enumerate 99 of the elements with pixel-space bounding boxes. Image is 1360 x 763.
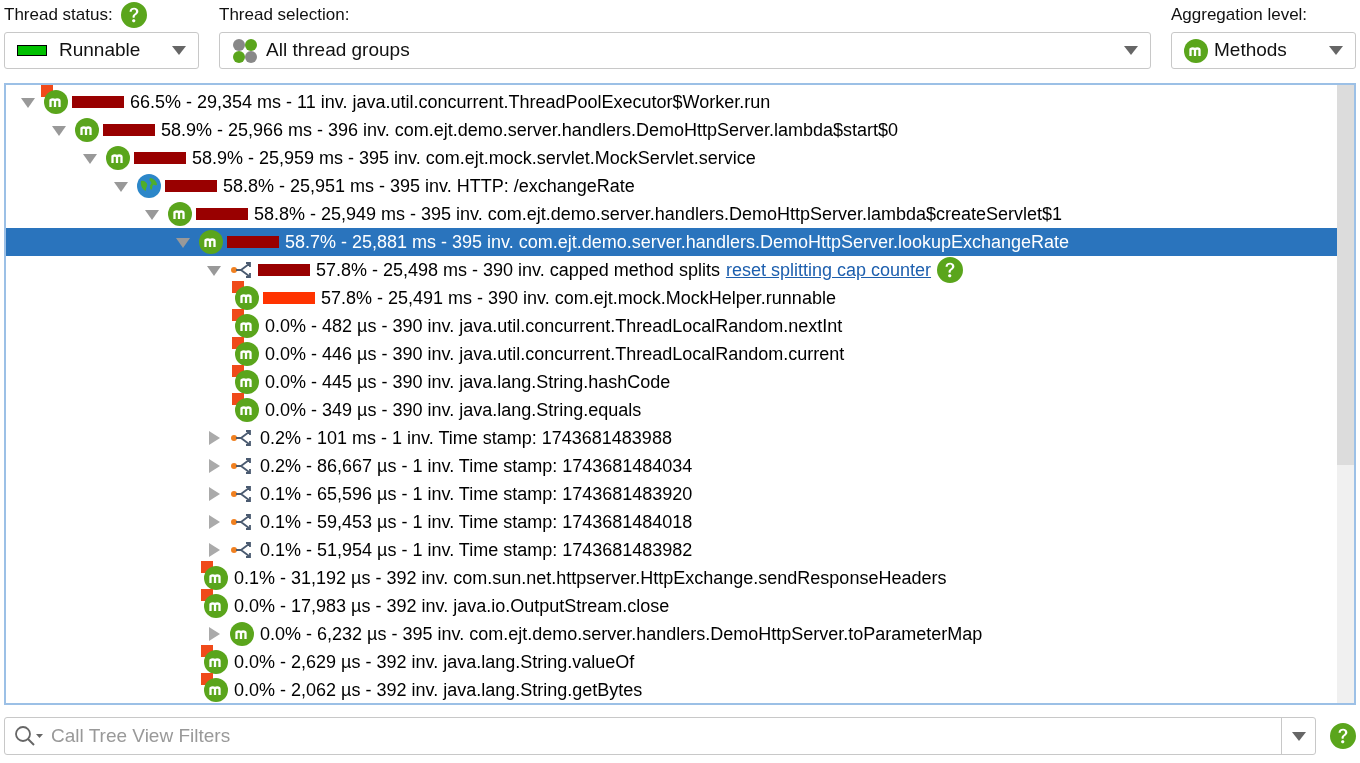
thread-groups-icon bbox=[232, 37, 258, 64]
filter-field[interactable]: Call Tree View Filters bbox=[4, 717, 1316, 755]
split-icon bbox=[230, 260, 254, 280]
collapse-toggle-icon[interactable] bbox=[145, 207, 159, 221]
tree-row[interactable]: 0.0% - 2,629 µs - 392 inv. java.lang.String.valueOf bbox=[6, 648, 1337, 676]
help-icon[interactable] bbox=[1330, 723, 1356, 749]
method-icon bbox=[235, 342, 259, 366]
expand-toggle-icon[interactable] bbox=[207, 515, 221, 529]
node-label: 0.0% - 2,062 µs - 392 inv. java.lang.String.getBytes bbox=[234, 678, 643, 702]
method-icon bbox=[168, 202, 192, 226]
collapse-toggle-icon[interactable] bbox=[114, 179, 128, 193]
node-label: 0.2% - 86,667 µs - 1 inv. Time stamp: 1743681484034 bbox=[260, 454, 693, 478]
globe-icon bbox=[137, 174, 161, 198]
method-icon bbox=[106, 146, 130, 170]
node-label: 0.0% - 446 µs - 390 inv. java.util.concurrent.ThreadLocalRandom.current bbox=[265, 342, 845, 366]
collapse-toggle-icon[interactable] bbox=[83, 151, 97, 165]
node-label: 0.0% - 17,983 µs - 392 inv. java.io.OutputStream.close bbox=[234, 594, 670, 618]
aggregation-dropdown[interactable]: Methods bbox=[1171, 32, 1356, 69]
node-label: 66.5% - 29,354 ms - 11 inv. java.util.concurrent.ThreadPoolExecutor$Worker.run bbox=[130, 90, 771, 114]
tree-row[interactable]: 58.8% - 25,951 ms - 395 inv. HTTP: /exchangeRate bbox=[6, 172, 1337, 200]
caret-icon bbox=[172, 46, 186, 55]
tree-row[interactable]: 0.0% - 2,062 µs - 392 inv. java.lang.String.getBytes bbox=[6, 676, 1337, 703]
scrollbar-thumb[interactable] bbox=[1337, 85, 1354, 465]
node-label: 0.2% - 101 ms - 1 inv. Time stamp: 1743681483988 bbox=[260, 426, 672, 450]
method-icon bbox=[235, 314, 259, 338]
expand-toggle-icon[interactable] bbox=[207, 431, 221, 445]
node-label: 58.7% - 25,881 ms - 395 inv. com.ejt.demo.server.handlers.DemoHttpServer.lookupExchangeRate bbox=[285, 230, 1070, 254]
node-label: 0.1% - 65,596 µs - 1 inv. Time stamp: 1743681483920 bbox=[260, 482, 693, 506]
tree-row[interactable]: 57.8% - 25,498 ms - 390 inv. capped method splits reset splitting cap counter bbox=[6, 256, 1337, 284]
tree-row[interactable]: 0.1% - 51,954 µs - 1 inv. Time stamp: 1743681483982 bbox=[6, 536, 1337, 564]
node-label: 58.8% - 25,951 ms - 395 inv. HTTP: /exchangeRate bbox=[223, 174, 635, 198]
field-label: Thread selection: bbox=[219, 4, 350, 27]
field-label: Thread status: bbox=[4, 4, 113, 27]
node-label: 0.0% - 349 µs - 390 inv. java.lang.String.equals bbox=[265, 398, 642, 422]
help-icon[interactable] bbox=[937, 257, 964, 283]
tree-row[interactable]: 0.0% - 17,983 µs - 392 inv. java.io.OutputStream.close bbox=[6, 592, 1337, 620]
method-icon bbox=[204, 594, 228, 618]
node-label: 0.0% - 2,629 µs - 392 inv. java.lang.String.valueOf bbox=[234, 650, 635, 674]
node-label: 0.1% - 51,954 µs - 1 inv. Time stamp: 1743681483982 bbox=[260, 538, 693, 562]
expand-toggle-icon[interactable] bbox=[207, 543, 221, 557]
method-icon bbox=[75, 118, 99, 142]
search-icon bbox=[14, 725, 44, 747]
node-label: 0.1% - 59,453 µs - 1 inv. Time stamp: 1743681484018 bbox=[260, 510, 693, 534]
method-icon bbox=[235, 370, 259, 394]
node-label: 58.8% - 25,949 ms - 395 inv. com.ejt.demo.server.handlers.DemoHttpServer.lambda$createServlet$1 bbox=[254, 202, 1063, 226]
tree-row[interactable]: 0.1% - 59,453 µs - 1 inv. Time stamp: 1743681484018 bbox=[6, 508, 1337, 536]
tree-row[interactable]: 57.8% - 25,491 ms - 390 inv. com.ejt.mock.MockHelper.runnable bbox=[6, 284, 1337, 312]
node-label: 0.1% - 31,192 µs - 392 inv. com.sun.net.httpserver.HttpExchange.sendResponseHeaders bbox=[234, 566, 947, 590]
method-icon bbox=[204, 650, 228, 674]
split-icon bbox=[230, 540, 254, 560]
help-icon[interactable] bbox=[120, 2, 147, 28]
tree-row[interactable]: 66.5% - 29,354 ms - 11 inv. java.util.concurrent.ThreadPoolExecutor$Worker.run bbox=[6, 88, 1337, 116]
method-icon bbox=[204, 678, 228, 702]
node-label: 58.9% - 25,959 ms - 395 inv. com.ejt.mock.servlet.MockServlet.service bbox=[192, 146, 756, 170]
reset-link[interactable]: reset splitting cap counter bbox=[725, 256, 932, 284]
tree-row[interactable]: 58.8% - 25,949 ms - 395 inv. com.ejt.demo.server.handlers.DemoHttpServer.lambda$createServlet$1 bbox=[6, 200, 1337, 228]
tree-row[interactable]: 58.9% - 25,966 ms - 396 inv. com.ejt.demo.server.handlers.DemoHttpServer.lambda$start$0 bbox=[6, 116, 1337, 144]
method-icon bbox=[1184, 38, 1208, 63]
collapse-toggle-icon[interactable] bbox=[207, 263, 221, 277]
split-icon bbox=[230, 428, 254, 448]
caret-icon bbox=[1124, 46, 1138, 55]
method-icon bbox=[235, 398, 259, 422]
split-icon bbox=[230, 484, 254, 504]
tree-row[interactable]: 0.0% - 6,232 µs - 395 inv. com.ejt.demo.server.handlers.DemoHttpServer.toParameterMap bbox=[6, 620, 1337, 648]
method-icon bbox=[235, 286, 259, 310]
thread-status-dropdown[interactable]: Runnable bbox=[4, 32, 199, 69]
collapse-toggle-icon[interactable] bbox=[176, 235, 190, 249]
tree-row[interactable]: 0.0% - 446 µs - 390 inv. java.util.concurrent.ThreadLocalRandom.current bbox=[6, 340, 1337, 368]
node-label: 0.0% - 482 µs - 390 inv. java.util.concurrent.ThreadLocalRandom.nextInt bbox=[265, 314, 843, 338]
method-icon bbox=[204, 566, 228, 590]
method-icon bbox=[199, 230, 223, 254]
expand-toggle-icon[interactable] bbox=[207, 627, 221, 641]
node-label: 0.0% - 6,232 µs - 395 inv. com.ejt.demo.server.handlers.DemoHttpServer.toParameterMap bbox=[260, 622, 983, 646]
method-icon bbox=[230, 622, 254, 646]
node-label: 0.0% - 445 µs - 390 inv. java.lang.String.hashCode bbox=[265, 370, 671, 394]
node-label: 58.9% - 25,966 ms - 396 inv. com.ejt.demo.server.handlers.DemoHttpServer.lambda$start$0 bbox=[161, 118, 899, 142]
tree-row[interactable]: 0.0% - 445 µs - 390 inv. java.lang.String.hashCode bbox=[6, 368, 1337, 396]
tree-row[interactable]: 0.0% - 349 µs - 390 inv. java.lang.String.equals bbox=[6, 396, 1337, 424]
collapse-toggle-icon[interactable] bbox=[21, 95, 35, 109]
tree-row[interactable]: 58.9% - 25,959 ms - 395 inv. com.ejt.mock.servlet.MockServlet.service bbox=[6, 144, 1337, 172]
tree-row[interactable]: 0.2% - 101 ms - 1 inv. Time stamp: 1743681483988 bbox=[6, 424, 1337, 452]
tree-row[interactable]: 58.7% - 25,881 ms - 395 inv. com.ejt.demo.server.handlers.DemoHttpServer.lookupExchangeRate bbox=[6, 228, 1337, 256]
caret-icon bbox=[1329, 46, 1343, 55]
node-label: 57.8% - 25,498 ms - 390 inv. capped method splits bbox=[316, 258, 720, 282]
collapse-toggle-icon[interactable] bbox=[52, 123, 66, 137]
tree-row[interactable]: 0.1% - 65,596 µs - 1 inv. Time stamp: 1743681483920 bbox=[6, 480, 1337, 508]
method-icon bbox=[44, 90, 68, 114]
expand-toggle-icon[interactable] bbox=[207, 487, 221, 501]
expand-toggle-icon[interactable] bbox=[207, 459, 221, 473]
scrollbar[interactable] bbox=[1337, 85, 1354, 703]
split-icon bbox=[230, 512, 254, 532]
tree-row[interactable]: 0.2% - 86,667 µs - 1 inv. Time stamp: 1743681484034 bbox=[6, 452, 1337, 480]
tree-row[interactable]: 0.0% - 482 µs - 390 inv. java.util.concurrent.ThreadLocalRandom.nextInt bbox=[6, 312, 1337, 340]
caret-icon bbox=[1291, 731, 1306, 741]
split-icon bbox=[230, 456, 254, 476]
tree-row[interactable]: 0.1% - 31,192 µs - 392 inv. com.sun.net.httpserver.HttpExchange.sendResponseHeaders bbox=[6, 564, 1337, 592]
field-label: Aggregation level: bbox=[1171, 4, 1308, 27]
thread-selection-dropdown[interactable]: All thread groups bbox=[219, 32, 1151, 69]
node-label: 57.8% - 25,491 ms - 390 inv. com.ejt.mock.MockHelper.runnable bbox=[321, 286, 836, 310]
